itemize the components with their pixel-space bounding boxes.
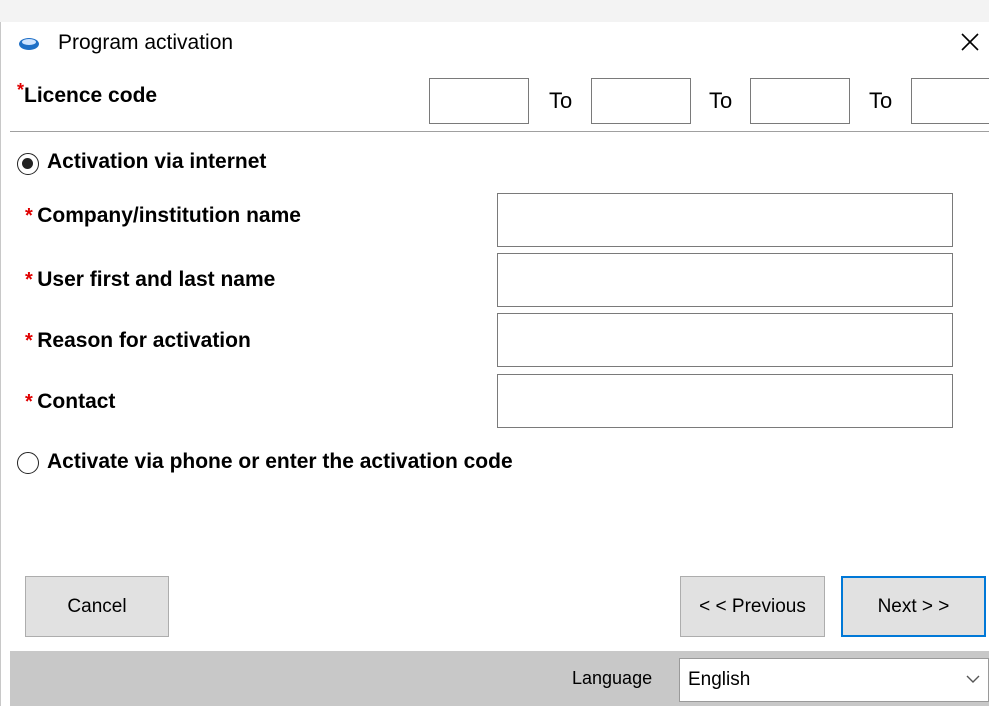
reason-label: * Reason for activation [25, 329, 251, 353]
language-label: Language [572, 668, 653, 688]
required-mark: * [17, 80, 25, 100]
user-name-field[interactable] [497, 253, 953, 307]
to-separator: To [709, 88, 733, 113]
activation-phone-label[interactable]: Activate via phone or enter the activati… [47, 450, 513, 474]
contact-text: Contact [37, 390, 116, 413]
close-icon[interactable] [955, 27, 985, 57]
required-mark: * [25, 391, 33, 413]
language-selected-value: English [688, 669, 751, 690]
reason-text: Reason for activation [37, 329, 251, 352]
cancel-button[interactable]: Cancel [25, 576, 169, 637]
previous-button[interactable]: < < Previous [680, 576, 825, 637]
licence-code-part-4[interactable] [911, 78, 989, 124]
radio-selected-dot [22, 158, 33, 169]
screen-background [0, 0, 989, 22]
company-name-text: Company/institution name [37, 204, 301, 227]
radio-activation-phone[interactable] [17, 452, 39, 474]
licence-code-part-1[interactable] [429, 78, 529, 124]
licence-code-label: *Licence code [17, 80, 158, 108]
language-select[interactable]: English [679, 658, 989, 702]
divider [10, 131, 989, 132]
licence-code-part-3[interactable] [750, 78, 850, 124]
to-separator: To [869, 88, 893, 113]
user-name-label: * User first and last name [25, 268, 275, 292]
app-logo-icon [19, 38, 39, 50]
licence-code-part-2[interactable] [591, 78, 691, 124]
contact-label: * Contact [25, 390, 115, 414]
user-name-text: User first and last name [37, 268, 276, 291]
required-mark: * [25, 205, 33, 227]
contact-field[interactable] [497, 374, 953, 428]
reason-field[interactable] [497, 313, 953, 367]
required-mark: * [25, 330, 33, 352]
required-mark: * [25, 269, 33, 291]
company-name-field[interactable] [497, 193, 953, 247]
next-button[interactable]: Next > > [841, 576, 986, 637]
radio-activation-internet[interactable] [17, 153, 39, 175]
dialog-title: Program activation [58, 31, 234, 54]
company-name-label: * Company/institution name [25, 204, 301, 228]
chevron-down-icon [966, 675, 980, 683]
activation-internet-label[interactable]: Activation via internet [47, 150, 266, 174]
to-separator: To [549, 88, 573, 113]
licence-code-text: Licence code [24, 84, 158, 107]
